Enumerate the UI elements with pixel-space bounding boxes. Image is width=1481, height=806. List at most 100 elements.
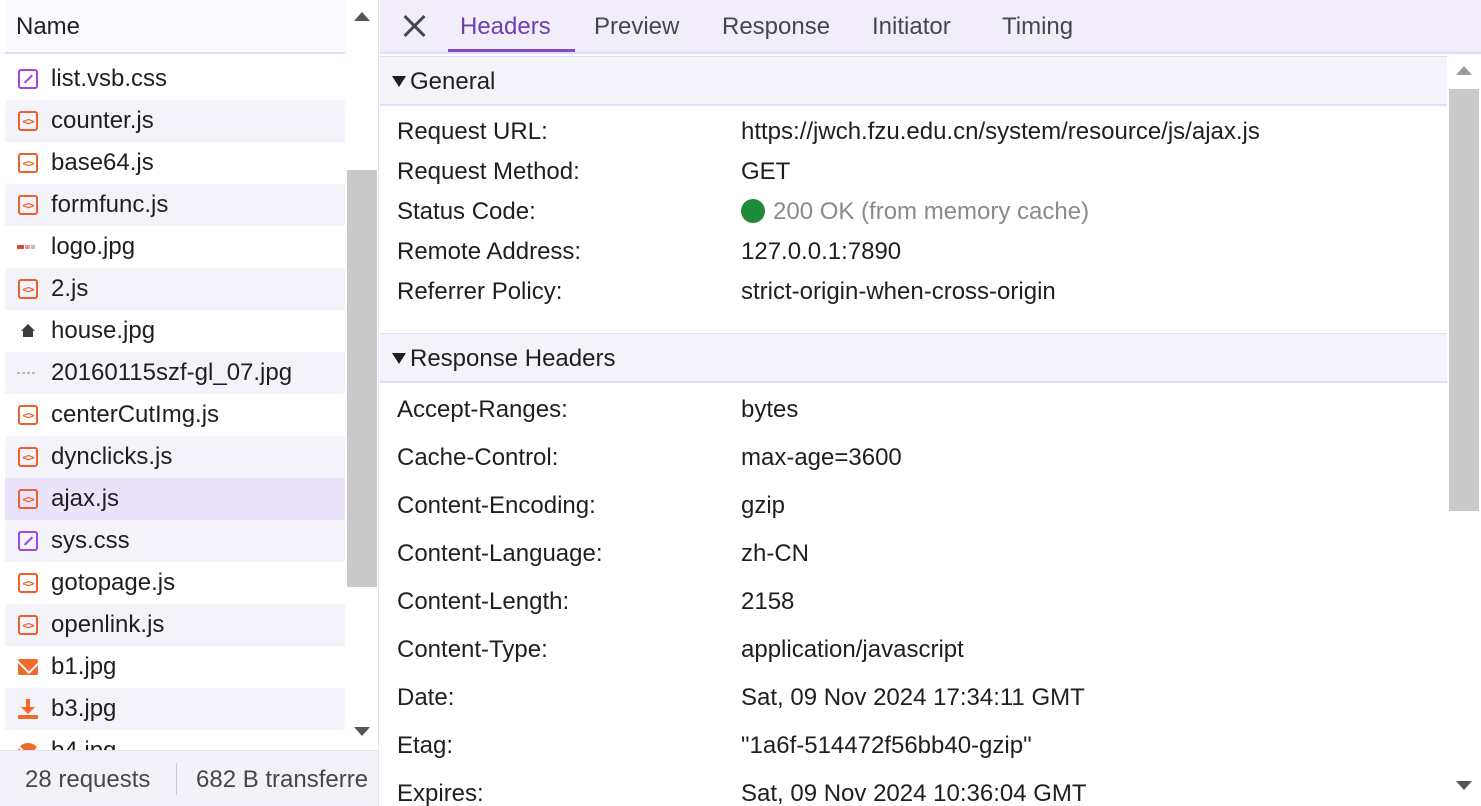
request-name: base64.js [51, 149, 154, 176]
transferred-size: 682 B transferre [196, 766, 369, 793]
status-divider [176, 763, 177, 795]
close-icon[interactable] [402, 13, 428, 39]
css-file-icon [17, 68, 39, 90]
name-column-header[interactable]: Name [5, 0, 345, 54]
js-file-icon: <> [17, 194, 39, 216]
section-title: General [410, 68, 496, 95]
header-key: Content-Length: [397, 588, 570, 615]
tab-timing[interactable]: Timing [1002, 13, 1073, 41]
header-value: gzip [741, 492, 786, 519]
request-row[interactable]: b1.jpg [5, 646, 345, 688]
scroll-down-arrow-icon[interactable] [354, 727, 370, 736]
scroll-down-arrow-icon[interactable] [1456, 781, 1472, 790]
tab-initiator[interactable]: Initiator [872, 13, 951, 41]
scrollbar-thumb[interactable] [1449, 89, 1479, 511]
header-value: https://jwch.fzu.edu.cn/system/resource/… [741, 118, 1260, 145]
header-row: Expires: Sat, 09 Nov 2024 10:36:04 GMT [380, 774, 1447, 806]
download-icon [17, 698, 39, 720]
header-key: Etag: [397, 732, 454, 759]
js-file-icon: <> [17, 614, 39, 636]
scrollbar-thumb[interactable] [347, 170, 377, 587]
js-file-icon: <> [17, 278, 39, 300]
request-row[interactable]: <> counter.js [5, 100, 345, 142]
header-row: Content-Encoding: gzip [380, 486, 1447, 526]
request-name: centerCutImg.js [51, 401, 220, 428]
image-thumbnail-icon [17, 362, 39, 384]
request-name: b1.jpg [51, 653, 117, 680]
header-row: Referrer Policy: strict-origin-when-cros… [380, 272, 1447, 312]
status-ok-dot-icon [741, 199, 765, 223]
request-row[interactable]: <> gotopage.js [5, 562, 345, 604]
request-row[interactable]: <> base64.js [5, 142, 345, 184]
request-row[interactable]: <> 2.js [5, 268, 345, 310]
css-file-icon [17, 530, 39, 552]
header-row: Remote Address: 127.0.0.1:7890 [380, 232, 1447, 272]
header-value: Sat, 09 Nov 2024 17:34:11 GMT [741, 684, 1085, 711]
header-key: Status Code: [397, 198, 536, 225]
request-name: house.jpg [51, 317, 156, 344]
request-row[interactable]: <> formfunc.js [5, 184, 345, 226]
header-value: zh-CN [741, 540, 810, 567]
image-icon [17, 740, 39, 750]
header-key: Expires: [397, 780, 484, 806]
header-row: Status Code: 200 OK (from memory cache) [380, 192, 1447, 232]
status-code-text: 200 OK (from memory cache) [773, 198, 1090, 225]
request-name: list.vsb.css [51, 65, 168, 92]
request-row[interactable]: sys.css [5, 520, 345, 562]
header-key: Accept-Ranges: [397, 396, 568, 423]
header-row: Date: Sat, 09 Nov 2024 17:34:11 GMT [380, 678, 1447, 718]
section-title: Response Headers [410, 345, 616, 372]
status-bar: 28 requests 682 B transferre [0, 750, 378, 806]
request-name: 2.js [51, 275, 89, 302]
request-name: counter.js [51, 107, 154, 134]
js-file-icon: <> [17, 572, 39, 594]
header-row: Etag: "1a6f-514472f56bb40-gzip" [380, 726, 1447, 766]
scroll-up-arrow-icon[interactable] [354, 12, 370, 21]
request-name: logo.jpg [51, 233, 136, 260]
request-row[interactable]: <> centerCutImg.js [5, 394, 345, 436]
header-value: application/javascript [741, 636, 964, 663]
header-key: Date: [397, 684, 455, 711]
request-row[interactable]: <> dynclicks.js [5, 436, 345, 478]
request-row[interactable]: b3.jpg [5, 688, 345, 730]
js-file-icon: <> [17, 488, 39, 510]
header-value: GET [741, 158, 791, 185]
request-row-selected[interactable]: <> ajax.js [5, 478, 345, 520]
name-column-label: Name [16, 13, 81, 40]
header-key: Referrer Policy: [397, 278, 563, 305]
request-row[interactable]: 20160115szf-gl_07.jpg [5, 352, 345, 394]
details-tab-bar: Headers Preview Response Initiator Timin… [380, 0, 1481, 54]
header-value: Sat, 09 Nov 2024 10:36:04 GMT [741, 780, 1087, 806]
request-name: gotopage.js [51, 569, 176, 596]
header-key: Content-Type: [397, 636, 548, 663]
header-key: Request Method: [397, 158, 580, 185]
request-list-scrollbar[interactable] [345, 0, 378, 750]
header-row: Request URL: https://jwch.fzu.edu.cn/sys… [380, 112, 1447, 152]
header-row: Content-Language: zh-CN [380, 534, 1447, 574]
general-section-header[interactable]: General [380, 56, 1447, 106]
request-count: 28 requests [25, 766, 151, 793]
js-file-icon: <> [17, 152, 39, 174]
request-row[interactable]: <> openlink.js [5, 604, 345, 646]
header-row: Cache-Control: max-age=3600 [380, 438, 1447, 478]
header-key: Content-Encoding: [397, 492, 596, 519]
request-row[interactable]: house.jpg [5, 310, 345, 352]
request-name: sys.css [51, 527, 130, 554]
request-name: openlink.js [51, 611, 165, 638]
request-row[interactable]: b4.jpg [5, 730, 345, 750]
header-key: Content-Language: [397, 540, 603, 567]
details-scrollbar[interactable] [1447, 56, 1481, 806]
tab-headers[interactable]: Headers [460, 13, 551, 41]
header-value: 127.0.0.1:7890 [741, 238, 902, 265]
header-row: Request Method: GET [380, 152, 1447, 192]
request-row[interactable]: logo.jpg [5, 226, 345, 268]
request-list: list.vsb.css <> counter.js <> base64.js … [5, 58, 345, 750]
response-headers-section-header[interactable]: Response Headers [380, 333, 1447, 383]
tab-response[interactable]: Response [722, 13, 830, 41]
scroll-up-arrow-icon[interactable] [1456, 66, 1472, 75]
js-file-icon: <> [17, 404, 39, 426]
request-details-pane: Headers Preview Response Initiator Timin… [380, 0, 1481, 806]
header-value: 200 OK (from memory cache) [741, 198, 1089, 226]
tab-preview[interactable]: Preview [594, 13, 679, 41]
request-row[interactable]: list.vsb.css [5, 58, 345, 100]
